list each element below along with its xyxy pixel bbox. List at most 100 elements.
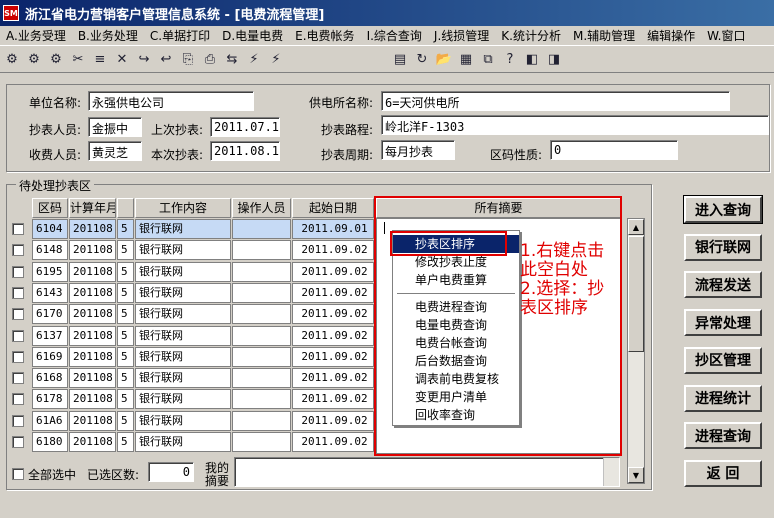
- table-cell-n[interactable]: 5: [117, 346, 134, 367]
- header-start-date[interactable]: 起始日期: [292, 198, 374, 218]
- table-cell-ym[interactable]: 201108: [69, 304, 116, 325]
- context-menu-item[interactable]: 变更用户清单: [393, 388, 519, 406]
- action-button-3[interactable]: 异常处理: [684, 309, 762, 337]
- toolbar-icon-17[interactable]: ⧉: [478, 50, 498, 70]
- row-checkbox[interactable]: [12, 244, 24, 257]
- table-cell-work[interactable]: 银行联网: [135, 432, 231, 452]
- table-cell-n[interactable]: 5: [117, 368, 134, 389]
- toolbar-icon-9[interactable]: ⎙: [200, 50, 220, 70]
- toolbar-icon-19[interactable]: ◧: [522, 50, 542, 70]
- table-cell-date[interactable]: 2011.09.02: [292, 432, 374, 452]
- toolbar-icon-15[interactable]: 📂: [434, 50, 454, 70]
- toolbar-icon-7[interactable]: ↩: [156, 50, 176, 70]
- toolbar-icon-0[interactable]: ⚙: [2, 50, 22, 70]
- context-menu-item[interactable]: 调表前电费复核: [393, 370, 519, 388]
- table-cell-ym[interactable]: 201108: [69, 368, 116, 389]
- table-cell-op[interactable]: [232, 368, 291, 389]
- context-menu-item[interactable]: 后台数据查询: [393, 352, 519, 370]
- table-cell-op[interactable]: [232, 410, 291, 431]
- table-cell-work[interactable]: 银行联网: [135, 219, 231, 239]
- context-menu-item[interactable]: 电费进程查询: [393, 298, 519, 316]
- table-cell-code[interactable]: 6168: [32, 368, 68, 389]
- table-cell-op[interactable]: [232, 219, 291, 239]
- header-operator[interactable]: 操作人员: [232, 198, 291, 218]
- summary-scrollbar[interactable]: [603, 458, 619, 486]
- table-cell-ym[interactable]: 201108: [69, 432, 116, 452]
- table-cell-ym[interactable]: 201108: [69, 240, 116, 261]
- table-cell-n[interactable]: 5: [117, 410, 134, 431]
- table-cell-code[interactable]: 6170: [32, 304, 68, 325]
- menu-item-5[interactable]: I.综合查询: [361, 27, 428, 44]
- row-checkbox[interactable]: [12, 414, 24, 427]
- table-cell-ym[interactable]: 201108: [69, 346, 116, 367]
- row-checkbox[interactable]: [12, 393, 24, 406]
- table-cell-op[interactable]: [232, 240, 291, 261]
- menu-item-9[interactable]: 编辑操作: [641, 27, 701, 44]
- context-menu-item[interactable]: 回收率查询: [393, 406, 519, 424]
- menu-item-10[interactable]: W.窗口: [701, 27, 751, 44]
- context-menu-item[interactable]: 电量电费查询: [393, 316, 519, 334]
- menu-item-0[interactable]: A.业务受理: [0, 27, 72, 44]
- scroll-up-button[interactable]: ▲: [628, 219, 644, 235]
- table-cell-n[interactable]: 5: [117, 325, 134, 346]
- table-cell-date[interactable]: 2011.09.02: [292, 304, 374, 325]
- toolbar-icon-8[interactable]: ⎘: [178, 50, 198, 70]
- row-checkbox[interactable]: [12, 350, 24, 363]
- station-field[interactable]: 6=天河供电所: [381, 91, 730, 111]
- toolbar-icon-13[interactable]: ▤: [390, 50, 410, 70]
- row-checkbox[interactable]: [12, 372, 24, 385]
- table-cell-date[interactable]: 2011.09.01: [292, 219, 374, 239]
- unit-field[interactable]: 永强供电公司: [88, 91, 254, 111]
- header-count[interactable]: [117, 198, 134, 218]
- table-cell-date[interactable]: 2011.09.02: [292, 389, 374, 410]
- action-button-0[interactable]: 进入查询: [683, 195, 763, 224]
- row-checkbox[interactable]: [12, 329, 24, 342]
- action-button-4[interactable]: 抄区管理: [684, 346, 762, 374]
- row-checkbox[interactable]: [12, 223, 24, 235]
- table-cell-n[interactable]: 5: [117, 282, 134, 303]
- toolbar-icon-20[interactable]: ◨: [544, 50, 564, 70]
- menu-item-2[interactable]: C.单据打印: [144, 27, 216, 44]
- context-menu-item[interactable]: 单户电费重算: [393, 271, 519, 289]
- table-cell-ym[interactable]: 201108: [69, 325, 116, 346]
- toolbar-icon-18[interactable]: ?: [500, 50, 520, 70]
- cycle-field[interactable]: 每月抄表: [381, 140, 455, 160]
- table-cell-op[interactable]: [232, 389, 291, 410]
- table-cell-code[interactable]: 6148: [32, 240, 68, 261]
- row-checkbox[interactable]: [12, 308, 24, 321]
- menu-item-1[interactable]: B.业务处理: [72, 27, 144, 44]
- context-menu-item[interactable]: 电费台帐查询: [393, 334, 519, 352]
- table-cell-code[interactable]: 6143: [32, 282, 68, 303]
- toolbar-icon-11[interactable]: ⚡: [244, 50, 264, 70]
- toolbar-icon-5[interactable]: ✕: [112, 50, 132, 70]
- table-cell-work[interactable]: 银行联网: [135, 282, 231, 303]
- table-cell-n[interactable]: 5: [117, 304, 134, 325]
- table-cell-work[interactable]: 银行联网: [135, 346, 231, 367]
- scroll-down-button[interactable]: ▼: [628, 467, 644, 483]
- header-calc-month[interactable]: 计算年月: [69, 198, 116, 218]
- table-cell-work[interactable]: 银行联网: [135, 304, 231, 325]
- toolbar-icon-2[interactable]: ⚙: [46, 50, 66, 70]
- table-cell-ym[interactable]: 201108: [69, 389, 116, 410]
- table-cell-date[interactable]: 2011.09.02: [292, 240, 374, 261]
- toolbar-icon-12[interactable]: ⚡: [266, 50, 286, 70]
- table-cell-code[interactable]: 6180: [32, 432, 68, 452]
- table-cell-code[interactable]: 61A6: [32, 410, 68, 431]
- toolbar-icon-4[interactable]: ≡: [90, 50, 110, 70]
- toolbar-icon-14[interactable]: ↻: [412, 50, 432, 70]
- menu-item-4[interactable]: E.电费帐务: [289, 27, 360, 44]
- action-button-6[interactable]: 进程查询: [684, 422, 762, 450]
- header-work[interactable]: 工作内容: [135, 198, 231, 218]
- table-cell-n[interactable]: 5: [117, 219, 134, 239]
- table-cell-op[interactable]: [232, 304, 291, 325]
- table-cell-op[interactable]: [232, 346, 291, 367]
- table-cell-date[interactable]: 2011.09.02: [292, 261, 374, 282]
- action-button-1[interactable]: 银行联网: [684, 233, 762, 261]
- toolbar-icon-10[interactable]: ⇆: [222, 50, 242, 70]
- table-cell-work[interactable]: 银行联网: [135, 325, 231, 346]
- table-cell-work[interactable]: 银行联网: [135, 389, 231, 410]
- table-cell-ym[interactable]: 201108: [69, 219, 116, 239]
- table-cell-work[interactable]: 银行联网: [135, 240, 231, 261]
- table-cell-op[interactable]: [232, 261, 291, 282]
- table-cell-code[interactable]: 6178: [32, 389, 68, 410]
